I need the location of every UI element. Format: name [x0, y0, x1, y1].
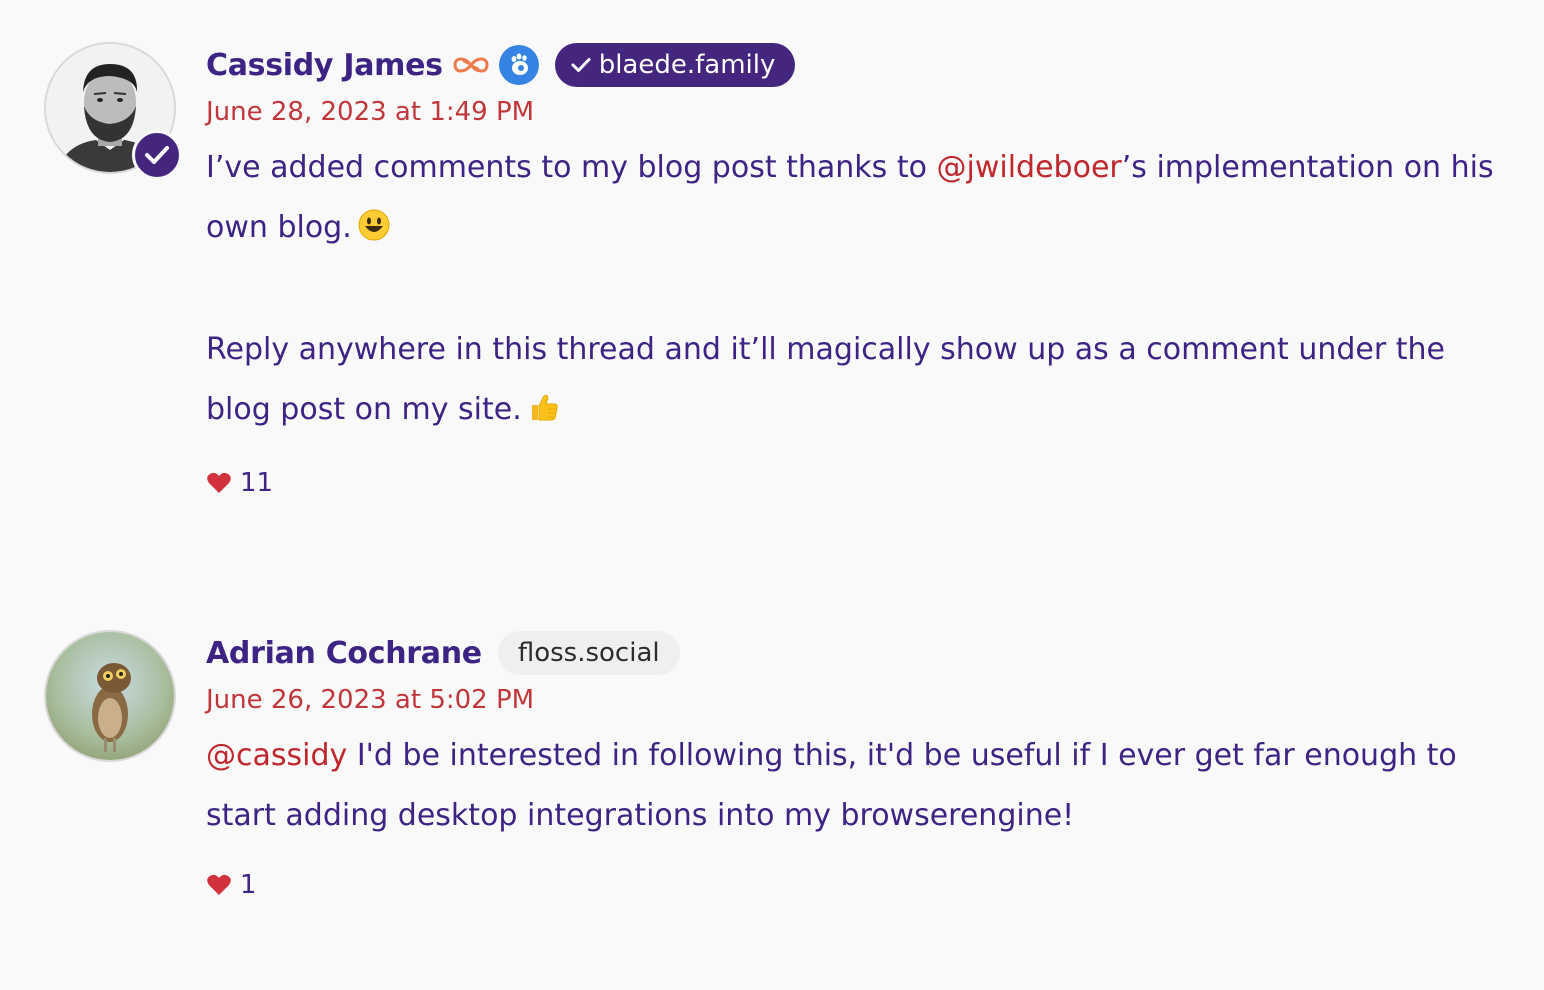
heart-icon: [206, 471, 232, 495]
mention-link[interactable]: @jwildeboer: [937, 150, 1122, 185]
comment-header: Cassidy James blaede.family: [206, 40, 1506, 90]
comment-date[interactable]: June 28, 2023 at 1:49 PM: [206, 92, 1506, 132]
instance-name: floss.social: [517, 638, 660, 668]
comment-text: @cassidy I'd be interested in following …: [206, 726, 1506, 846]
thumbs-up-emoji: [528, 384, 560, 444]
instance-badge[interactable]: blaede.family: [554, 43, 796, 87]
instance-name: blaede.family: [598, 50, 776, 80]
text-segment: I’ve added comments to my blog post than…: [206, 150, 937, 185]
smiley-emoji: [358, 202, 390, 262]
author-name[interactable]: Cassidy James: [206, 48, 443, 83]
instance-badge[interactable]: floss.social: [497, 631, 680, 675]
comment-body: Cassidy James blaede.family June 28, 202…: [206, 40, 1506, 498]
checkmark-icon: [571, 57, 591, 73]
likes-count: 1: [240, 870, 257, 900]
heart-icon: [206, 873, 232, 897]
comment-thread: Cassidy James blaede.family June 28, 202…: [0, 0, 1544, 990]
verified-check-icon: [132, 130, 182, 180]
comment-date[interactable]: June 26, 2023 at 5:02 PM: [206, 680, 1506, 720]
comment-header: Adrian Cochrane floss.social: [206, 628, 1506, 678]
avatar-image: [44, 630, 176, 762]
text-segment: Reply anywhere in this thread and it’ll …: [206, 332, 1445, 427]
likes[interactable]: 11: [206, 468, 1506, 498]
comment-paragraph: @cassidy I'd be interested in following …: [206, 726, 1506, 846]
comment-text: I’ve added comments to my blog post than…: [206, 138, 1506, 444]
likes[interactable]: 1: [206, 870, 1506, 900]
avatar-adrian[interactable]: [44, 630, 176, 762]
comment-body: Adrian Cochrane floss.social June 26, 20…: [206, 628, 1506, 900]
gnome-foot-icon: [498, 45, 539, 85]
avatar-cassidy[interactable]: [44, 42, 182, 180]
infinity-icon: [451, 55, 491, 75]
likes-count: 11: [240, 468, 274, 498]
comment-paragraph: I’ve added comments to my blog post than…: [206, 138, 1506, 262]
comment-paragraph: Reply anywhere in this thread and it’ll …: [206, 320, 1506, 444]
author-name[interactable]: Adrian Cochrane: [206, 636, 482, 671]
text-segment: I'd be interested in following this, it'…: [206, 738, 1457, 833]
mention-link[interactable]: @cassidy: [206, 738, 347, 773]
